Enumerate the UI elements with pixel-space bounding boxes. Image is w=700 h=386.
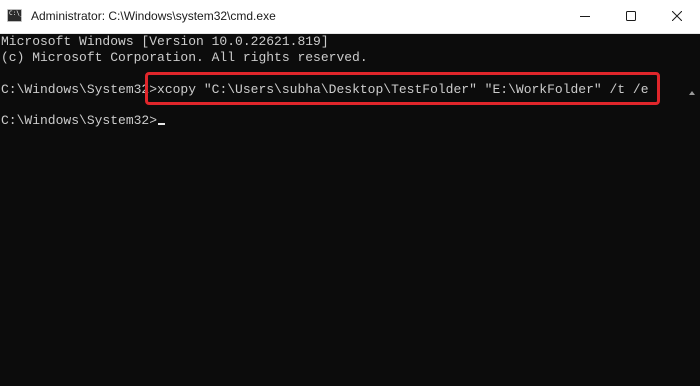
text-cursor <box>158 123 166 125</box>
title-bar[interactable]: Administrator: C:\Windows\system32\cmd.e… <box>0 0 700 34</box>
minimize-icon <box>580 16 590 17</box>
terminal-output[interactable]: Microsoft Windows [Version 10.0.22621.81… <box>0 34 700 386</box>
copyright-line: (c) Microsoft Corporation. All rights re… <box>1 50 368 65</box>
close-icon <box>672 11 682 21</box>
input-line[interactable]: C:\Windows\System32> <box>1 113 166 129</box>
current-prompt: C:\Windows\System32> <box>1 113 158 128</box>
scroll-up-arrow-icon[interactable] <box>689 91 695 95</box>
version-line: Microsoft Windows [Version 10.0.22621.81… <box>1 34 329 49</box>
cmd-icon <box>7 9 22 22</box>
command-prompt: C:\Windows\System32> <box>1 82 158 97</box>
close-button[interactable] <box>654 0 700 33</box>
command-highlight-box <box>145 72 660 105</box>
minimize-button[interactable] <box>562 0 608 33</box>
cmd-window: Administrator: C:\Windows\system32\cmd.e… <box>0 0 700 386</box>
maximize-button[interactable] <box>608 0 654 33</box>
window-title: Administrator: C:\Windows\system32\cmd.e… <box>31 9 276 23</box>
maximize-icon <box>626 11 636 21</box>
